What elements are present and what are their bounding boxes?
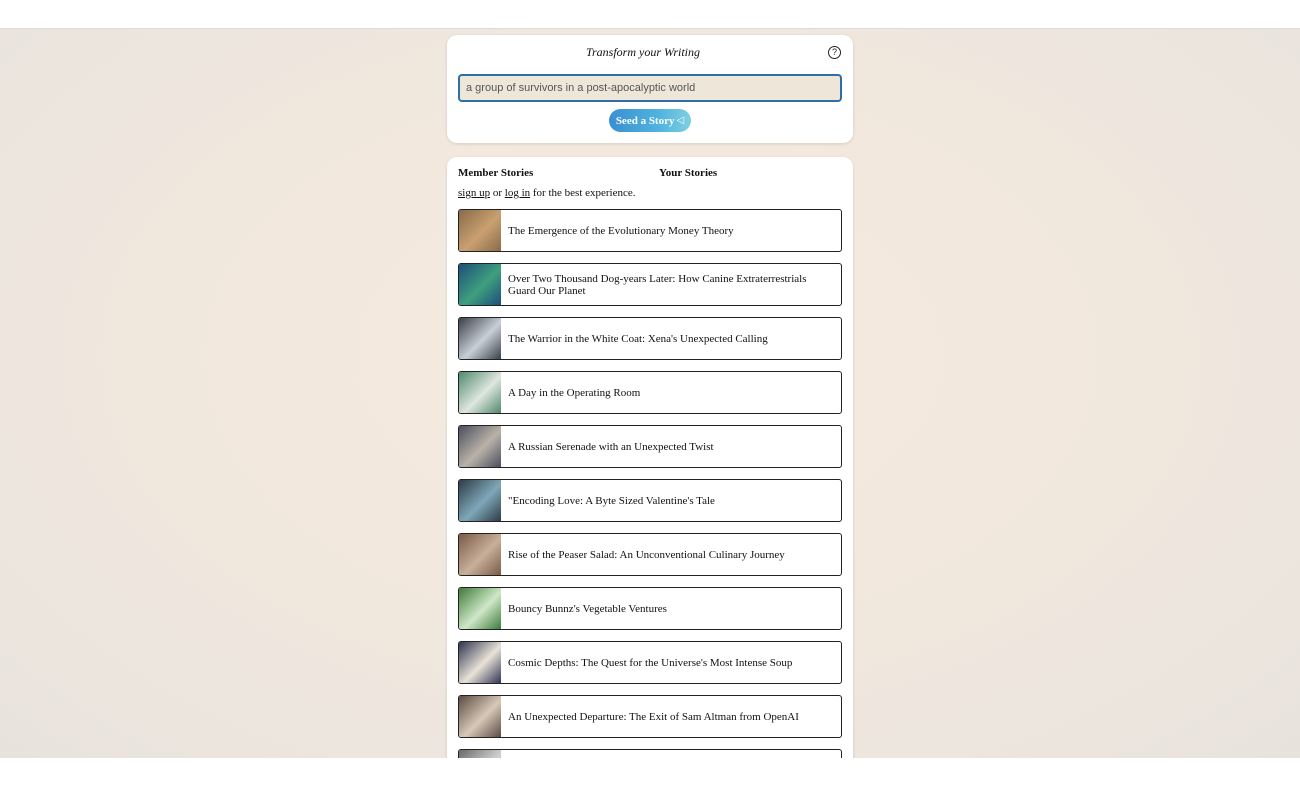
browser-top-bar xyxy=(0,0,1300,29)
story-item[interactable] xyxy=(458,749,842,758)
seed-title: Transform your Writing xyxy=(585,45,701,59)
help-icon[interactable]: ? xyxy=(828,46,841,59)
story-thumbnail xyxy=(459,426,501,467)
story-title: "Encoding Love: A Byte Sized Valentine's… xyxy=(508,494,715,507)
story-title: Rise of the Peaser Salad: An Unconventio… xyxy=(508,548,785,561)
story-item[interactable]: Cosmic Depths: The Quest for the Univers… xyxy=(458,641,842,684)
tab-your-stories[interactable]: Your Stories xyxy=(659,167,717,179)
story-list: The Emergence of the Evolutionary Money … xyxy=(458,209,842,758)
story-thumbnail xyxy=(459,210,501,251)
story-title: Over Two Thousand Dog-years Later: How C… xyxy=(508,272,807,297)
story-title xyxy=(508,750,833,758)
story-item[interactable]: A Russian Serenade with an Unexpected Tw… xyxy=(458,425,842,468)
story-thumbnail xyxy=(459,318,501,359)
page-background: Transform your Writing ? Seed a Story ◁ … xyxy=(0,29,1300,758)
send-icon: ◁ xyxy=(676,115,685,126)
story-thumbnail xyxy=(459,750,501,758)
sign-up-link[interactable]: sign up xyxy=(458,187,490,199)
story-item[interactable]: The Emergence of the Evolutionary Money … xyxy=(458,209,842,252)
story-item[interactable]: Over Two Thousand Dog-years Later: How C… xyxy=(458,263,842,306)
story-title: The Warrior in the White Coat: Xena's Un… xyxy=(508,332,768,345)
login-prompt-text: for the best experience. xyxy=(532,187,636,199)
story-title: An Unexpected Departure: The Exit of Sam… xyxy=(508,710,799,723)
story-item[interactable]: The Warrior in the White Coat: Xena's Un… xyxy=(458,317,842,360)
log-in-link[interactable]: log in xyxy=(505,187,530,199)
story-thumbnail xyxy=(459,588,501,629)
story-title: Cosmic Depths: The Quest for the Univers… xyxy=(508,656,793,669)
seed-story-button[interactable]: Seed a Story ◁ xyxy=(609,109,691,132)
story-title: Bouncy Bunnz's Vegetable Ventures xyxy=(508,602,667,615)
story-item[interactable]: An Unexpected Departure: The Exit of Sam… xyxy=(458,695,842,738)
stories-card: Member Stories Your Stories sign up or l… xyxy=(447,157,853,758)
login-prompt: sign up or log in for the best experienc… xyxy=(458,187,636,199)
story-item[interactable]: "Encoding Love: A Byte Sized Valentine's… xyxy=(458,479,842,522)
tab-member-stories[interactable]: Member Stories xyxy=(458,167,533,179)
story-title: A Day in the Operating Room xyxy=(508,386,641,399)
or-text: or xyxy=(492,187,503,199)
story-title: A Russian Serenade with an Unexpected Tw… xyxy=(508,440,714,453)
story-seed-input[interactable] xyxy=(458,74,842,102)
story-thumbnail xyxy=(459,534,501,575)
story-thumbnail xyxy=(459,480,501,521)
story-thumbnail xyxy=(459,696,501,737)
story-thumbnail xyxy=(459,642,501,683)
story-title: The Emergence of the Evolutionary Money … xyxy=(508,224,734,237)
seed-story-card: Transform your Writing ? Seed a Story ◁ xyxy=(447,35,853,143)
story-item[interactable]: A Day in the Operating Room xyxy=(458,371,842,414)
browser-bottom-bar xyxy=(0,758,1300,788)
story-item[interactable]: Bouncy Bunnz's Vegetable Ventures xyxy=(458,587,842,630)
story-item[interactable]: Rise of the Peaser Salad: An Unconventio… xyxy=(458,533,842,576)
story-thumbnail xyxy=(459,264,501,305)
story-thumbnail xyxy=(459,372,501,413)
seed-story-button-label: Seed a Story xyxy=(615,114,675,127)
